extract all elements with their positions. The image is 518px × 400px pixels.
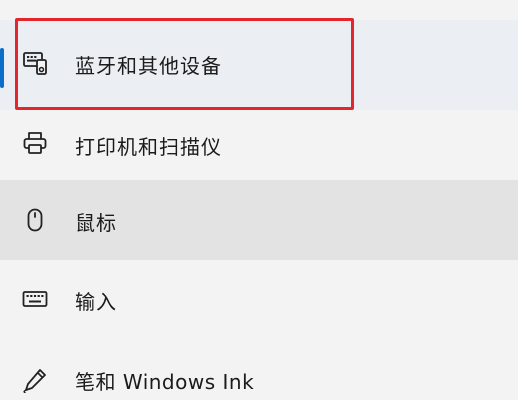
keyboard-icon: [22, 286, 48, 312]
nav-item-label: 鼠标: [75, 211, 117, 235]
nav-item-bluetooth-devices[interactable]: 蓝牙和其他设备: [0, 20, 518, 110]
devices-icon: [22, 50, 48, 76]
nav-item-typing[interactable]: 输入: [0, 260, 518, 338]
settings-nav-list: 蓝牙和其他设备 打印机和扫描仪 鼠标 输入 笔和 Windows Ink: [0, 0, 518, 400]
nav-item-label: 输入: [75, 290, 117, 314]
nav-item-mouse[interactable]: 鼠标: [0, 180, 518, 260]
nav-item-label: 笔和 Windows Ink: [75, 370, 255, 394]
printer-icon: [22, 130, 48, 156]
nav-item-label: 蓝牙和其他设备: [75, 54, 222, 78]
selection-indicator: [0, 48, 4, 88]
nav-item-pen-windows-ink[interactable]: 笔和 Windows Ink: [0, 338, 518, 400]
mouse-icon: [22, 207, 48, 233]
pen-icon: [22, 367, 48, 393]
nav-item-label: 打印机和扫描仪: [75, 135, 222, 159]
nav-item-printers-scanners[interactable]: 打印机和扫描仪: [0, 110, 518, 180]
